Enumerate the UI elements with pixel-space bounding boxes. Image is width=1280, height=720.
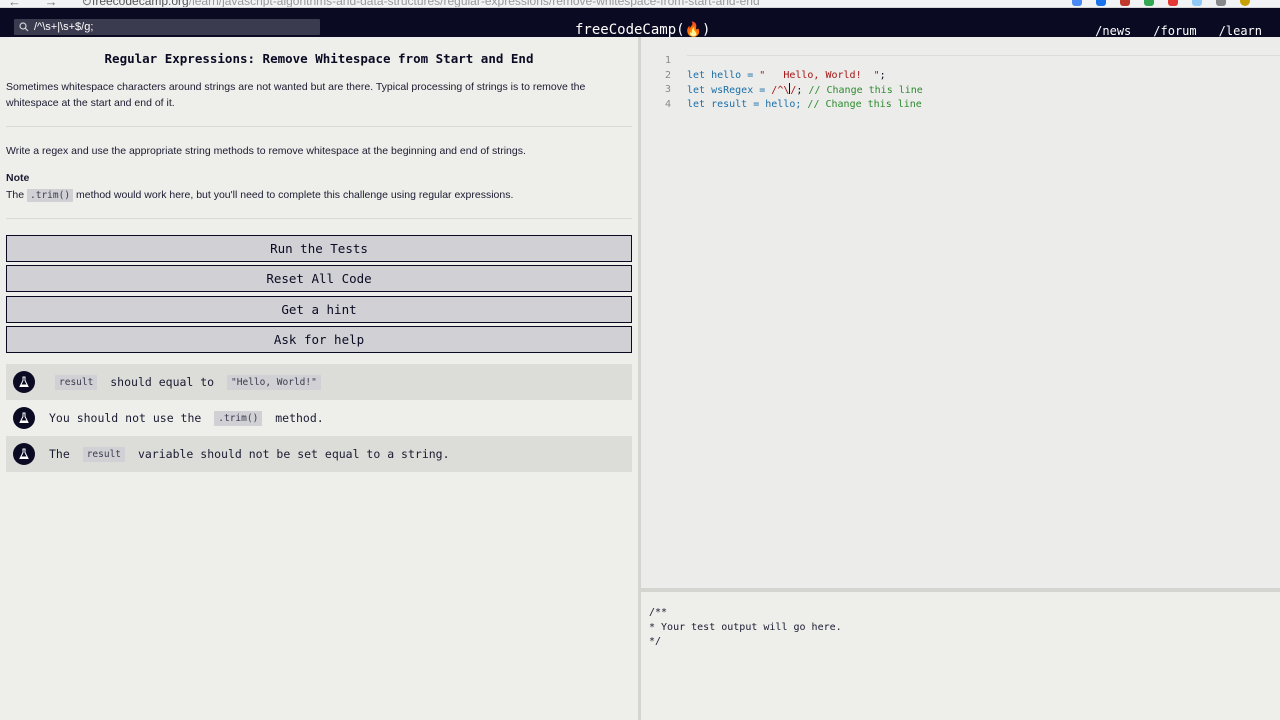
top-navbar: /^\s+|\s+$/g; freeCodeCamp(🔥) /news /for… (0, 8, 1280, 38)
extension-icon[interactable] (1144, 0, 1154, 6)
extension-icon[interactable] (1096, 0, 1106, 6)
line-number: 4 (664, 99, 671, 110)
test-text: should equal to (103, 375, 222, 389)
ask-help-button[interactable]: Ask for help (6, 326, 632, 353)
challenge-title: Regular Expressions: Remove Whitespace f… (104, 51, 534, 66)
nav-link-forum[interactable]: /forum (1153, 24, 1196, 38)
extension-icon[interactable] (1072, 0, 1082, 6)
note-text-after: method would work here, but you'll need … (73, 189, 514, 201)
test-code: .trim() (214, 410, 263, 426)
challenge-description: Sometimes whitespace characters around s… (6, 81, 586, 109)
note-text-before: The (6, 189, 28, 201)
search-icon (14, 19, 34, 35)
extension-icon[interactable] (1168, 0, 1178, 6)
line-code[interactable]: let result = hello; // Change this line (687, 97, 922, 112)
flask-icon (13, 371, 35, 393)
address-host: freecodecamp.org (92, 0, 189, 8)
reset-code-button[interactable]: Reset All Code (6, 265, 632, 292)
code-string: " Hello, World! " (759, 70, 880, 81)
note-text: The .trim() method would work here, but … (6, 187, 626, 204)
challenge-instructions: Write a regex and use the appropriate st… (6, 145, 526, 157)
extension-icon[interactable] (1120, 0, 1130, 6)
divider (6, 218, 632, 219)
test-text: variable should not be set equal to a st… (131, 447, 450, 461)
search-box[interactable]: /^\s+|\s+$/g; (14, 19, 320, 35)
flask-icon (13, 407, 35, 429)
editor-line[interactable]: 1 let hello = " Hello, World! "; (641, 38, 886, 81)
code-comment: // Change this line (808, 85, 923, 96)
note-code: .trim() (27, 189, 74, 202)
editor-line[interactable]: 4 (641, 82, 671, 110)
line-code[interactable]: let hello = " Hello, World! "; (687, 68, 886, 83)
note-heading: Note (6, 172, 30, 184)
test-item: The result variable should not be set eq… (6, 436, 632, 472)
get-hint-button[interactable]: Get a hint (6, 296, 632, 323)
test-item: result should equal to "Hello, World!" (6, 364, 632, 400)
test-code: "Hello, World!" (227, 374, 321, 390)
extension-icon[interactable] (1192, 0, 1202, 6)
test-text: The (49, 447, 77, 461)
test-output-console: /** * Your test output will go here. */ (641, 592, 1280, 720)
address-path: /learn/javascript-algorithms-and-data-st… (188, 0, 760, 8)
run-tests-button[interactable]: Run the Tests (6, 235, 632, 262)
nav-link-news[interactable]: /news (1095, 24, 1131, 38)
extension-icons (1072, 0, 1250, 6)
test-code: result (82, 446, 126, 462)
test-code: result (55, 374, 98, 390)
line-code[interactable]: let wsRegex = /^\/; // Change this line (687, 83, 923, 98)
test-item: You should not use the .trim() method. (6, 400, 632, 436)
divider (6, 126, 632, 127)
code-keyword: let hello = (687, 70, 760, 81)
browser-chrome: ← → ↻ freecodecamp.org/learn/javascript-… (0, 0, 1280, 8)
flask-icon (13, 443, 35, 465)
editor-line[interactable]: 3 let result = hello; // Change this lin… (641, 67, 922, 110)
address-bar[interactable]: freecodecamp.org/learn/javascript-algori… (92, 0, 760, 8)
search-input-value[interactable]: /^\s+|\s+$/g; (34, 21, 93, 33)
nav-link-learn[interactable]: /learn (1219, 24, 1262, 38)
code-comment: // Change this line (807, 99, 922, 110)
code-punct: ; (879, 70, 886, 81)
code-editor[interactable]: 1 let hello = " Hello, World! "; 2 let w… (641, 37, 1280, 588)
editor-current-line-highlight (687, 55, 1280, 56)
code-regex: /^\ (771, 85, 790, 96)
challenge-panel: Regular Expressions: Remove Whitespace f… (0, 37, 638, 720)
code-punct: ; (796, 85, 809, 96)
test-text: method. (268, 411, 324, 425)
test-text: You should not use the (49, 411, 209, 425)
profile-avatar-icon[interactable] (1240, 0, 1250, 6)
code-keyword: let result = hello; (687, 99, 808, 110)
browser-nav-arrows-icon[interactable]: ← → ↻ (8, 0, 102, 7)
extension-icon[interactable] (1216, 0, 1226, 6)
editor-line[interactable]: 2 let wsRegex = /^\/; // Change this lin… (641, 53, 923, 96)
code-keyword: let wsRegex = (687, 85, 772, 96)
